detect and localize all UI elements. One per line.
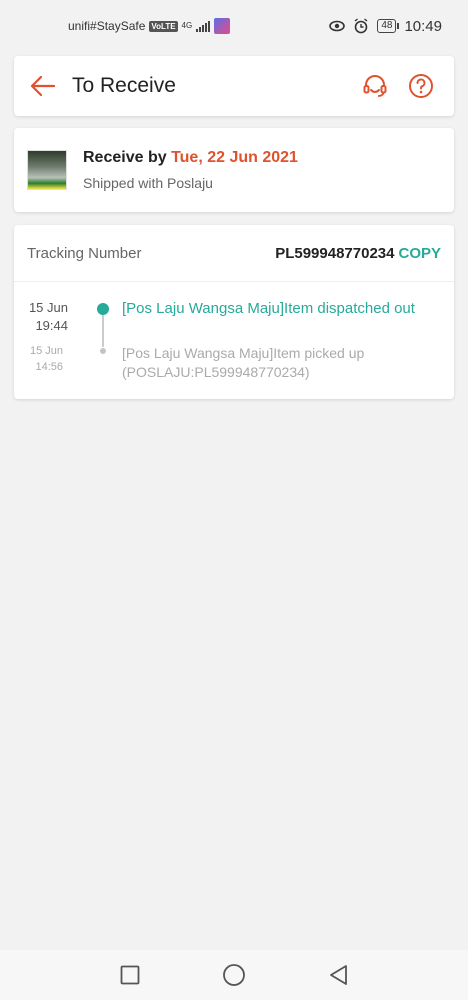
receive-by-label: Receive by <box>83 149 167 166</box>
status-bar: unifi#StaySafe VoLTE 4G 48 10:49 <box>0 0 468 52</box>
tracking-number-row: Tracking Number PL599948770234 COPY <box>14 225 454 282</box>
timeline-event-1-time: 15 Jun 19:44 <box>29 300 68 333</box>
carrier-name: unifi#StaySafe <box>68 19 146 33</box>
back-nav-button[interactable] <box>325 962 351 988</box>
battery-indicator: 48 <box>377 19 400 33</box>
page-title: To Receive <box>72 74 176 97</box>
network-type: 4G <box>181 21 193 30</box>
alarm-icon <box>354 18 368 34</box>
timeline-dot-active <box>97 303 109 315</box>
event-time: 19:44 <box>35 318 68 333</box>
tracking-card: Tracking Number PL599948770234 COPY 15 J… <box>14 225 454 399</box>
signal-icon <box>196 20 211 32</box>
page-header: To Receive <box>14 56 454 116</box>
product-thumbnail <box>27 150 67 190</box>
receive-by-date: Tue, 22 Jun 2021 <box>171 149 298 166</box>
timeline-event-1-text: [Pos Laju Wangsa Maju]Item dispatched ou… <box>122 300 415 317</box>
delivery-info: Receive by Tue, 22 Jun 2021 Shipped with… <box>83 149 298 191</box>
timeline-event-2-text: [Pos Laju Wangsa Maju]Item picked up (PO… <box>122 345 365 380</box>
back-button[interactable] <box>16 56 68 116</box>
tracking-label: Tracking Number <box>27 244 142 262</box>
square-icon <box>120 965 140 985</box>
question-icon <box>409 74 433 98</box>
delivery-info-card: Receive by Tue, 22 Jun 2021 Shipped with… <box>14 128 454 212</box>
arrow-left-icon <box>30 75 55 97</box>
tracking-timeline: 15 Jun 19:44 [Pos Laju Wangsa Maju]Item … <box>14 282 454 398</box>
shipping-carrier: Shipped with Poslaju <box>83 175 213 191</box>
recent-apps-button[interactable] <box>117 962 143 988</box>
tracking-value: PL599948770234 COPY <box>275 245 441 262</box>
event-date: 15 Jun <box>29 345 63 357</box>
volte-badge: VoLTE <box>149 20 178 32</box>
system-navigation-bar <box>0 950 468 1000</box>
circle-icon <box>223 964 245 986</box>
timeline-event-2-time: 15 Jun 14:56 <box>30 345 63 373</box>
receive-by-line: Receive by Tue, 22 Jun 2021 <box>83 149 298 167</box>
triangle-back-icon <box>330 965 347 985</box>
headset-icon <box>363 75 387 97</box>
event-date: 15 Jun <box>28 300 68 315</box>
timeline-dot <box>100 348 106 354</box>
customer-service-button[interactable] <box>352 56 398 116</box>
eye-icon <box>329 20 346 32</box>
status-right: 48 10:49 <box>329 18 442 35</box>
event-time: 14:56 <box>35 361 63 373</box>
notification-app-icon <box>214 18 231 34</box>
tracking-number: PL599948770234 <box>275 244 395 262</box>
home-button[interactable] <box>221 962 247 988</box>
help-button[interactable] <box>398 56 444 116</box>
clock: 10:49 <box>404 17 442 35</box>
copy-button[interactable]: COPY <box>398 245 441 262</box>
status-left: unifi#StaySafe VoLTE 4G <box>68 18 231 34</box>
